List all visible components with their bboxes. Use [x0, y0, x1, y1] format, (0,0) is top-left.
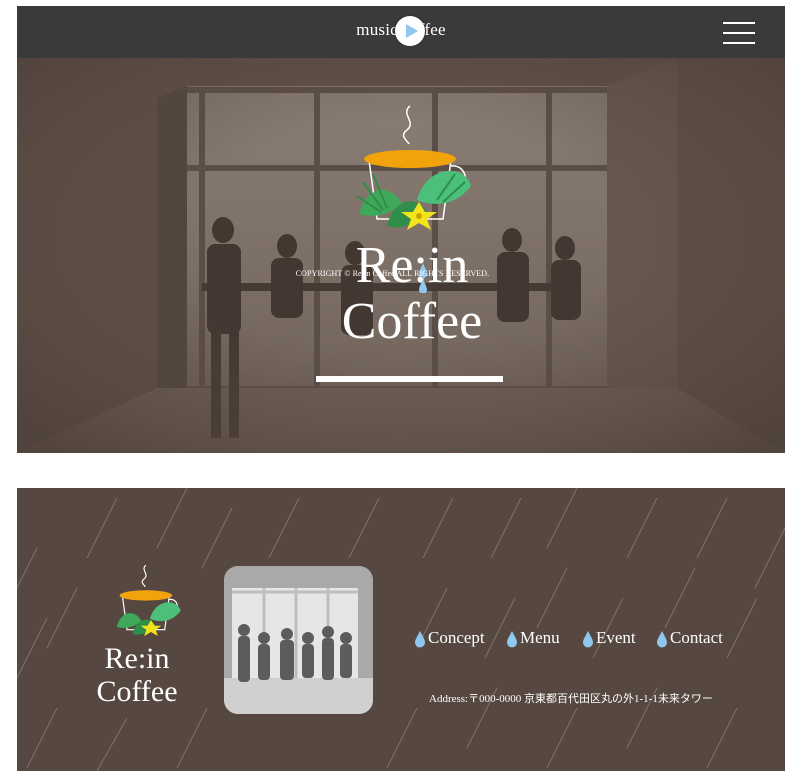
hamburger-line [723, 32, 755, 34]
nav-label: Event [596, 628, 636, 647]
hero-title-line2: Coffee [341, 293, 483, 350]
footer-logo-line2: Coffee [96, 675, 178, 708]
water-drop-icon [419, 263, 427, 293]
site-footer: Re:in Coffee Concept Menu Event Contact … [17, 488, 785, 771]
hamburger-line [723, 22, 755, 24]
hamburger-menu-button[interactable] [723, 22, 755, 44]
water-drop-icon [507, 631, 517, 648]
water-drop-icon [657, 631, 667, 648]
play-icon [406, 24, 418, 38]
nav-label: Menu [520, 628, 560, 647]
nav-label: Concept [428, 628, 485, 647]
footer-address: Address:〒000-0000 京東都百代田区丸の外1-1-1未来タワー [429, 693, 713, 705]
nav-label: Contact [670, 628, 723, 647]
water-drop-icon [583, 631, 593, 648]
hamburger-line [723, 42, 755, 44]
hero-title-line1: Re:in [355, 237, 469, 294]
top-header: music coffee [17, 6, 785, 58]
footer-logo-icon [116, 564, 181, 636]
cafe-photo-image [224, 566, 373, 714]
copyright-text: COPYRIGHT © Re:in Coffee ALL RIGHTS RESE… [295, 269, 490, 278]
footer-cafe-photo [224, 566, 373, 714]
hero-section: Re:in Coffee [17, 58, 785, 453]
hero-underline [316, 376, 503, 382]
footer-logo-line1: Re:in [104, 642, 170, 675]
water-drop-icon [415, 631, 425, 648]
coffee-cup-with-leaves-icon [356, 105, 471, 230]
play-music-button[interactable] [395, 16, 425, 46]
